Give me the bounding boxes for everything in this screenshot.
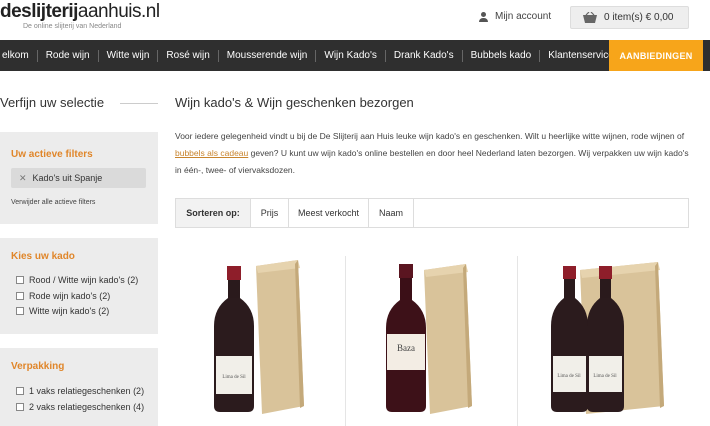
remove-filter-icon[interactable]: ✕ [19, 173, 27, 184]
nav-item[interactable]: Mousserende wijn [219, 49, 317, 62]
bottle-label-text: Lima de Sil [222, 375, 246, 380]
nav-offers-button[interactable]: AANBIEDINGEN [609, 40, 703, 71]
filter-option-label: 2 vaks relatiegeschenken (4) [29, 402, 145, 412]
checkbox[interactable] [16, 292, 24, 300]
checkbox[interactable] [16, 307, 24, 315]
logo-rest-text: aanhuis.nl [77, 1, 160, 22]
filter-option-label: 1 vaks relatiegeschenken (2) [29, 386, 145, 396]
sort-label: Sorteren op: [176, 199, 251, 227]
basket-icon [582, 11, 598, 24]
filter-option[interactable]: Rood / Witte wijn kado's (2) [16, 275, 138, 285]
filter-option-label: Witte wijn kado's (2) [29, 306, 110, 316]
filter-option-label: Rood / Witte wijn kado's (2) [29, 275, 139, 285]
user-icon [479, 11, 489, 22]
bottle-label-text: Baza [397, 343, 415, 353]
nav-item[interactable]: Wijn Kado's [316, 49, 386, 62]
sort-option-name[interactable]: Naam [369, 199, 414, 227]
logo-bold-text: deslijterij [0, 1, 78, 22]
cart-button[interactable]: 0 item(s) € 0,00 [570, 6, 689, 29]
nav-item[interactable]: Witte wijn [99, 49, 159, 62]
bubbels-link[interactable]: bubbels als cadeau [175, 148, 248, 158]
nav-item[interactable]: elkom [0, 49, 38, 62]
bottle-label-text: Lima de Sil [557, 374, 581, 379]
nav-item[interactable]: Rosé wijn [158, 49, 219, 62]
filter-option[interactable]: Rode wijn kado's (2) [16, 291, 110, 301]
product-card[interactable]: Lima de Sil Lima de Sil [540, 256, 690, 426]
account-link[interactable]: Mijn account [479, 11, 551, 22]
intro-text-part: geven? U kunt uw wijn kado's online best… [175, 148, 689, 175]
active-filter-label: Kado's uit Spanje [32, 173, 103, 183]
nav-item[interactable]: Drank Kado's [386, 49, 463, 62]
main-navigation: elkom Rode wijn Witte wijn Rosé wijn Mousser… [0, 40, 710, 71]
site-tagline: De online slijterij van Nederland [23, 23, 122, 30]
product-card[interactable]: Baza [372, 256, 502, 426]
sort-bar: Sorteren op: Prijs Meest verkocht Naam [175, 198, 689, 228]
active-filters-title: Uw actieve filters [11, 149, 93, 160]
account-label: Mijn account [495, 11, 552, 22]
product-image[interactable]: Lima de Sil Lima de Sil [540, 256, 690, 426]
sidebar-title-divider [120, 103, 158, 104]
nav-item[interactable]: Bubbels kado [463, 49, 541, 62]
checkbox[interactable] [16, 276, 24, 284]
cart-summary: 0 item(s) € 0,00 [604, 12, 674, 23]
product-image[interactable]: Baza [372, 256, 502, 426]
active-filter-chip[interactable]: ✕ Kado's uit Spanje [11, 168, 146, 188]
sort-option-bestselling[interactable]: Meest verkocht [289, 199, 369, 227]
filter-option-label: Rode wijn kado's (2) [29, 291, 111, 301]
remove-all-filters-link[interactable]: Verwijder alle actieve filters [11, 199, 95, 206]
product-divider [345, 256, 346, 426]
sidebar-title: Verfijn uw selectie [0, 95, 105, 110]
nav-items: elkom Rode wijn Witte wijn Rosé wijn Mousser… [0, 40, 622, 71]
nav-item[interactable]: Rode wijn [38, 49, 99, 62]
page-title: Wijn kado's & Wijn geschenken bezorgen [175, 95, 414, 110]
checkbox[interactable] [16, 387, 24, 395]
intro-text-part: Voor iedere gelegenheid vindt u bij de D… [175, 131, 685, 141]
site-header: deslijterijaanhuis.nl De online slijteri… [0, 0, 710, 40]
bottle-label-text: Lima de Sil [593, 374, 617, 379]
kado-filter-title: Kies uw kado [11, 251, 75, 262]
checkbox[interactable] [16, 403, 24, 411]
product-image[interactable]: Lima de Sil [200, 256, 330, 426]
filter-option[interactable]: 1 vaks relatiegeschenken (2) [16, 386, 144, 396]
product-card[interactable]: Lima de Sil [200, 256, 330, 426]
intro-text: Voor iedere gelegenheid vindt u bij de D… [175, 128, 695, 179]
product-divider [517, 256, 518, 426]
verpakking-filter-title: Verpakking [11, 361, 65, 372]
filter-option[interactable]: 2 vaks relatiegeschenken (4) [16, 402, 144, 412]
site-logo[interactable]: deslijterijaanhuis.nl [0, 1, 160, 23]
sort-option-price[interactable]: Prijs [251, 199, 289, 227]
filter-option[interactable]: Witte wijn kado's (2) [16, 306, 109, 316]
